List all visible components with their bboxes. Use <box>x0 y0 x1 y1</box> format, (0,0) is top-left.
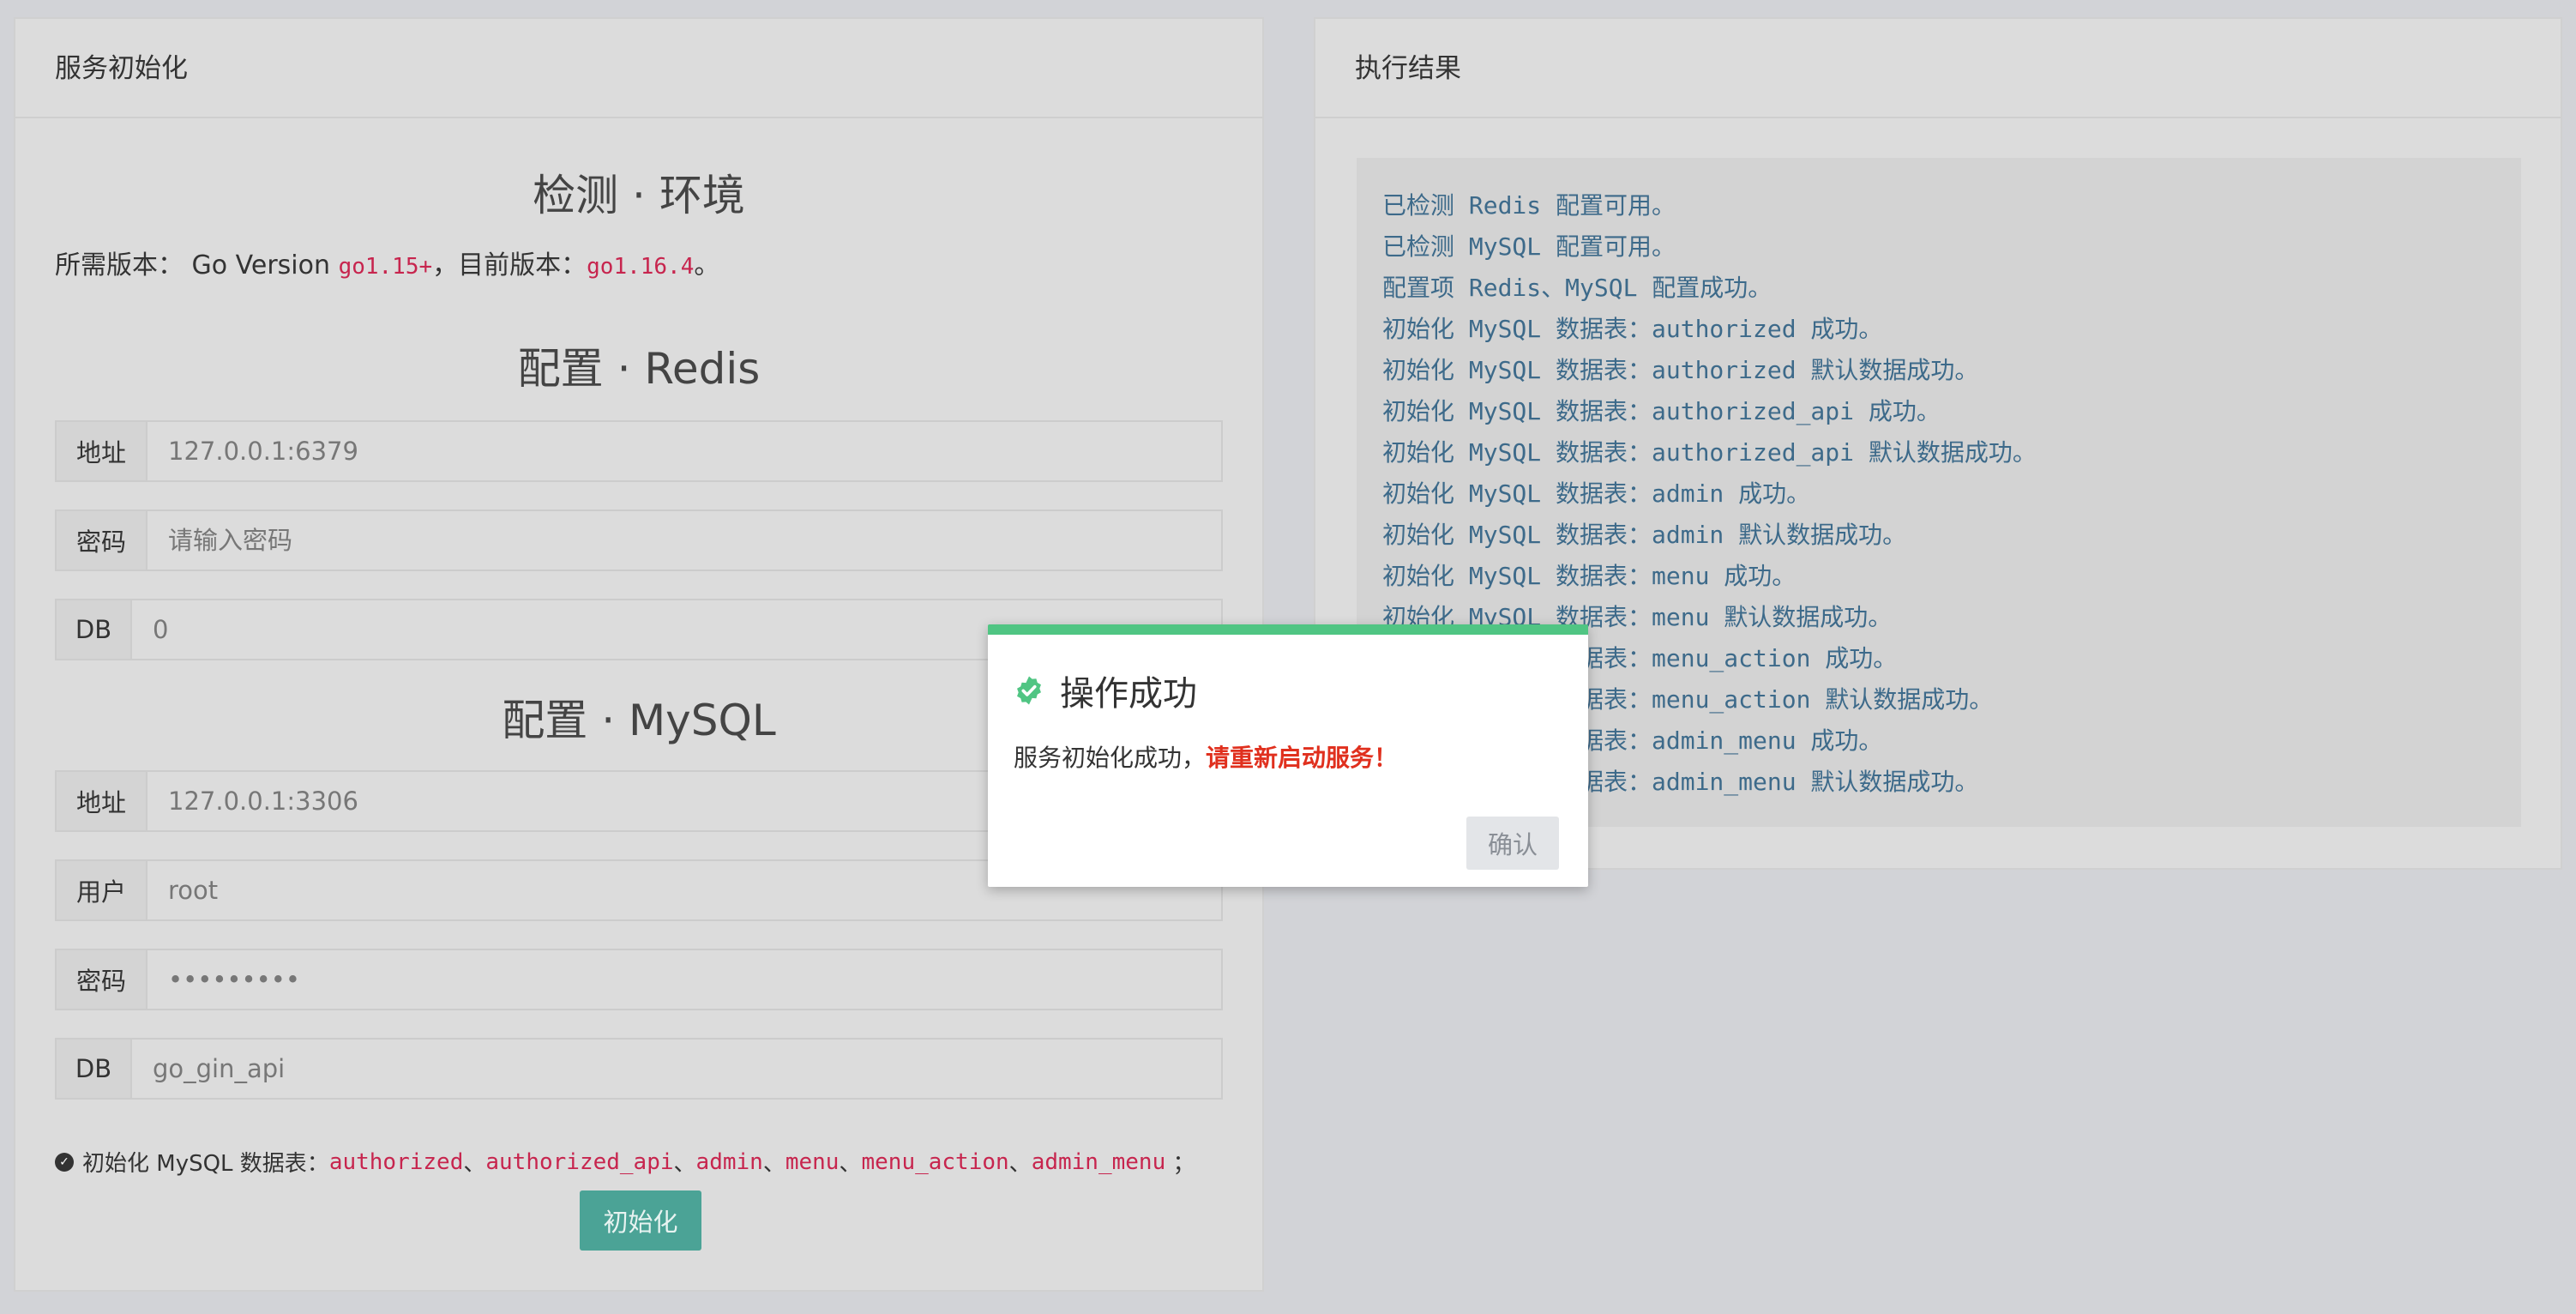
mysql-db-field: DB <box>55 1038 1223 1100</box>
page: 服务初始化 检测 · 环境 所需版本： Go Version go1.15+，目… <box>0 0 2576 1314</box>
mysql-password-input[interactable] <box>147 950 1221 1009</box>
table-separator: 、 <box>839 1151 862 1177</box>
log-line: 配置项 Redis、MySQL 配置成功。 <box>1382 274 1773 302</box>
redis-address-input[interactable] <box>147 422 1221 480</box>
confirm-button[interactable]: 确认 <box>1466 817 1559 870</box>
redis-db-label: DB <box>57 600 132 659</box>
dialog-message-text: 服务初始化成功， <box>1014 744 1207 772</box>
redis-address-field: 地址 <box>55 420 1223 482</box>
dialog-title-text: 操作成功 <box>1060 674 1197 714</box>
dialog-title: 操作成功 <box>1014 666 1197 715</box>
current-version-value: go1.16.4 <box>587 254 695 280</box>
redis-password-label: 密码 <box>57 511 147 570</box>
mysql-db-label: DB <box>57 1040 132 1098</box>
log-line: 初始化 MySQL 数据表：admin 成功。 <box>1382 479 1811 508</box>
check-circle-icon: ✓ <box>55 1152 74 1172</box>
table-name: menu_action <box>861 1148 1009 1175</box>
version-end: 。 <box>694 250 720 280</box>
mysql-db-input[interactable] <box>132 1040 1221 1098</box>
dialog-message: 服务初始化成功，请重新启动服务！ <box>1014 739 1398 774</box>
version-line: 所需版本： Go Version go1.15+，目前版本：go1.16.4。 <box>55 244 719 281</box>
redis-password-input[interactable] <box>147 511 1221 570</box>
log-line: 已检测 Redis 配置可用。 <box>1382 191 1676 220</box>
go-version-text: Go Version <box>191 250 331 280</box>
mysql-password-field: 密码 <box>55 949 1223 1010</box>
required-version-value: go1.15+ <box>338 254 433 280</box>
result-header: 执行结果 <box>1315 19 2561 118</box>
dialog-warning-text: 请重新启动服务！ <box>1206 744 1399 772</box>
table-name: admin <box>695 1148 763 1175</box>
check-badge-icon <box>1017 676 1041 705</box>
log-line: 初始化 MySQL 数据表：admin 默认数据成功。 <box>1382 521 1907 549</box>
table-separator: 、 <box>463 1151 486 1177</box>
log-line: 初始化 MySQL 数据表：authorized 成功。 <box>1382 315 1883 343</box>
mysql-user-label: 用户 <box>57 861 147 919</box>
tables-end: ； <box>1172 1151 1195 1177</box>
tables-prefix: 初始化 MySQL 数据表： <box>82 1151 329 1177</box>
table-name: authorized <box>328 1148 464 1175</box>
mysql-address-label: 地址 <box>57 772 147 830</box>
table-separator: 、 <box>1008 1151 1032 1177</box>
table-name: admin_menu <box>1031 1148 1166 1175</box>
table-separator: 、 <box>673 1151 696 1177</box>
table-separator: 、 <box>762 1151 785 1177</box>
redis-address-label: 地址 <box>57 422 147 480</box>
table-name: authorized_api <box>485 1148 674 1175</box>
redis-section-title: 配置 · Redis <box>517 344 761 394</box>
log-line: 初始化 MySQL 数据表：authorized 默认数据成功。 <box>1382 356 1979 384</box>
table-name: menu <box>785 1148 840 1175</box>
current-version-label: ，目前版本： <box>432 250 587 280</box>
mysql-password-label: 密码 <box>57 950 147 1009</box>
env-section-title: 检测 · 环境 <box>533 171 745 220</box>
tables-list: ✓ 初始化 MySQL 数据表： authorized、 authorized_… <box>55 1146 1195 1178</box>
log-line: 初始化 MySQL 数据表：authorized_api 默认数据成功。 <box>1382 438 2037 467</box>
redis-password-field: 密码 <box>55 509 1223 571</box>
required-version-label: 所需版本： <box>55 250 184 280</box>
service-init-header: 服务初始化 <box>15 19 1262 118</box>
log-line: 初始化 MySQL 数据表：menu 成功。 <box>1382 562 1797 590</box>
success-dialog: 操作成功 服务初始化成功，请重新启动服务！ 确认 <box>988 624 1588 887</box>
log-line: 初始化 MySQL 数据表：authorized_api 成功。 <box>1382 397 1941 425</box>
log-line: 已检测 MySQL 配置可用。 <box>1382 232 1676 261</box>
init-button[interactable]: 初始化 <box>580 1190 701 1251</box>
